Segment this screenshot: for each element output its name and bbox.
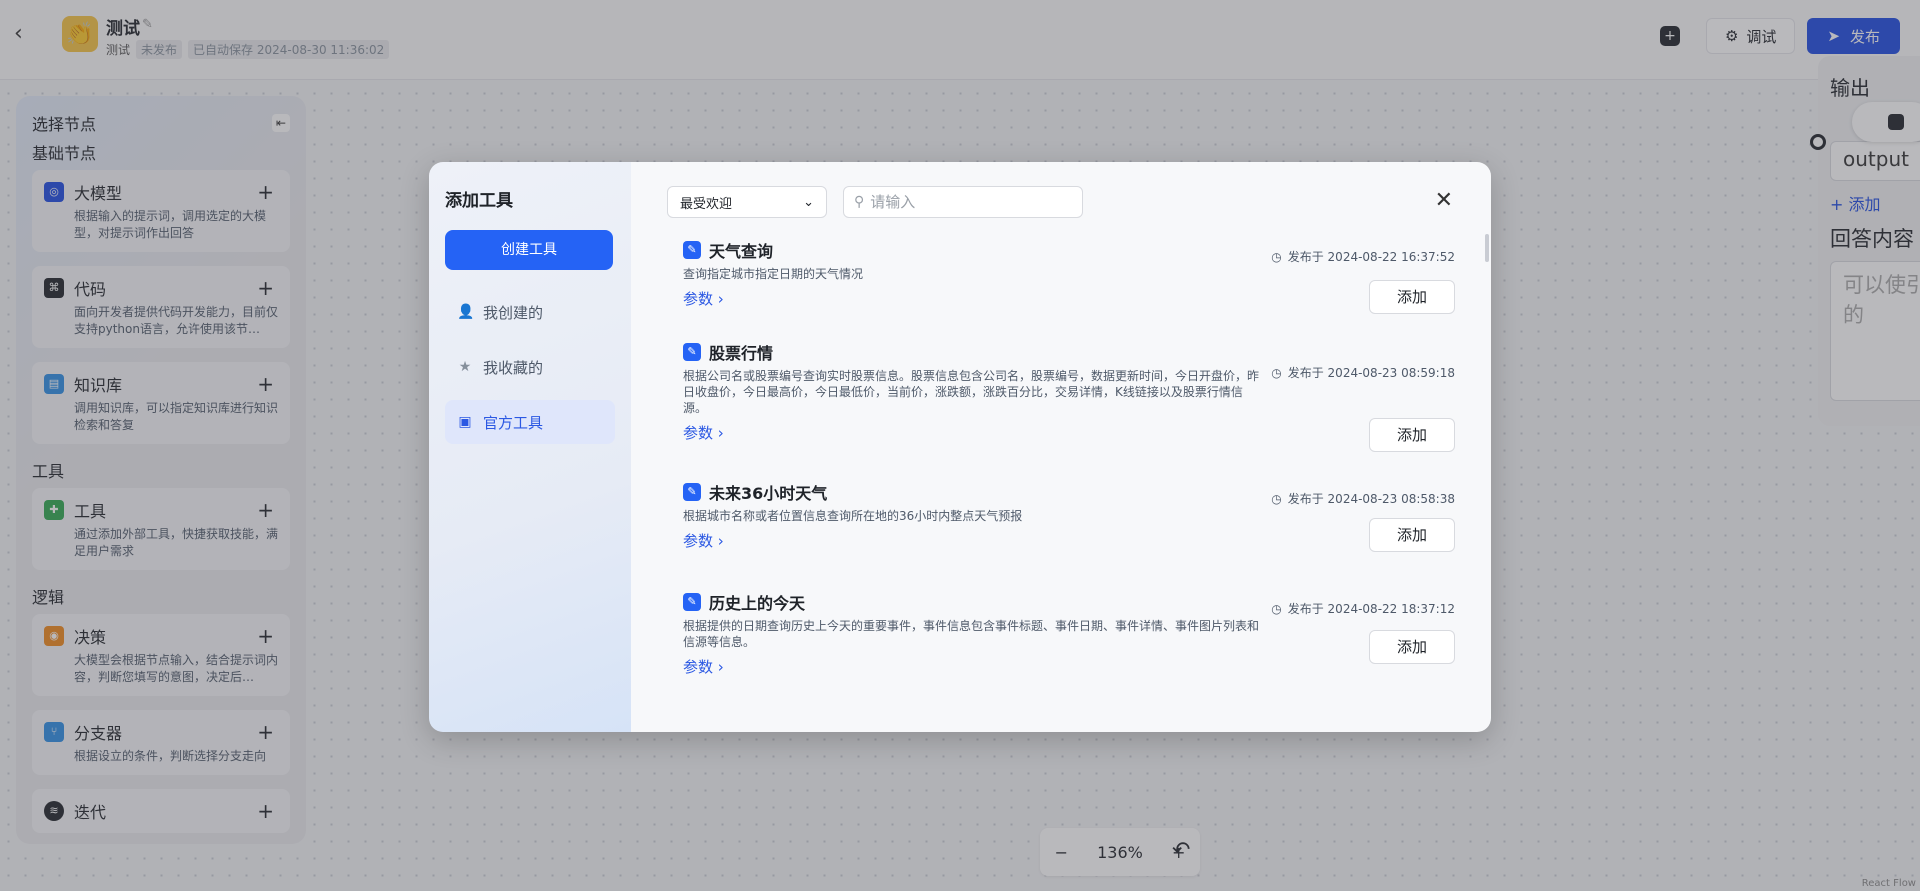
- time-text: 发布于 2024-08-23 08:59:18: [1287, 366, 1455, 380]
- close-icon[interactable]: ✕: [1435, 188, 1453, 213]
- add-tool-button[interactable]: 添加: [1369, 518, 1455, 552]
- tool-desc: 根据提供的日期查询历史上今天的重要事件，事件信息包含事件标题、事件日期、事件详情…: [683, 619, 1260, 649]
- tool-name: 股票行情: [709, 344, 774, 363]
- briefcase-icon: ▣: [458, 414, 472, 430]
- tool-desc: 根据城市名称或者位置信息查询所在地的36小时内整点天气预报: [683, 509, 1023, 523]
- search-box[interactable]: ⚲: [843, 186, 1083, 218]
- tool-category-nav: 👤 我创建的 ★ 我收藏的 ▣ 官方工具: [445, 290, 615, 444]
- time-text: 发布于 2024-08-22 16:37:52: [1287, 250, 1455, 264]
- clock-icon: ◷: [1271, 365, 1282, 380]
- nav-label: 官方工具: [483, 413, 544, 432]
- add-tool-button[interactable]: 添加: [1369, 280, 1455, 314]
- tool-params-link[interactable]: 参数 ›: [683, 656, 724, 677]
- modal-sidebar: 添加工具 创建工具 👤 我创建的 ★ 我收藏的 ▣ 官方工具: [429, 162, 631, 732]
- tool-params-link[interactable]: 参数 ›: [683, 422, 724, 443]
- nav-official-tools[interactable]: ▣ 官方工具: [445, 400, 615, 444]
- clock-icon: ◷: [1271, 601, 1282, 616]
- sort-select[interactable]: 最受欢迎 ⌄: [667, 186, 827, 218]
- tool-item: ✎ 未来36小时天气 根据城市名称或者位置信息查询所在地的36小时内整点天气预报 …: [667, 468, 1461, 578]
- tool-item: ✎ 天气查询 查询指定城市指定日期的天气情况 参数 › ◷ 发布于 2024-08-…: [667, 226, 1461, 328]
- wrench-icon: ✎: [683, 241, 701, 259]
- time-text: 发布于 2024-08-22 18:37:12: [1287, 602, 1455, 616]
- add-tool-button[interactable]: 添加: [1369, 630, 1455, 664]
- chevron-down-icon: ⌄: [803, 194, 814, 210]
- tool-desc: 根据公司名或股票编号查询实时股票信息。股票信息包含公司名，股票编号，数据更新时间…: [683, 369, 1260, 415]
- search-icon: ⚲: [854, 194, 865, 210]
- clock-icon: ◷: [1271, 249, 1282, 264]
- params-label: 参数: [683, 532, 714, 550]
- scrollbar-thumb[interactable]: [1485, 234, 1489, 262]
- tool-item: ✎ 历史上的今天 根据提供的日期查询历史上今天的重要事件，事件信息包含事件标题、事…: [667, 578, 1461, 688]
- tool-item: ✎ 股票行情 根据公司名或股票编号查询实时股票信息。股票信息包含公司名，股票编号，…: [667, 328, 1461, 468]
- nav-my-created[interactable]: 👤 我创建的: [445, 290, 615, 334]
- params-label: 参数: [683, 658, 714, 676]
- tool-params-link[interactable]: 参数 ›: [683, 288, 724, 309]
- modal-title: 添加工具: [445, 191, 513, 211]
- modal-content: 最受欢迎 ⌄ ⚲ ✕ ✎ 天气查询 查询指定城市指定日期的天气情况 参数 › ◷ 发…: [631, 162, 1491, 732]
- add-tool-modal: 添加工具 创建工具 👤 我创建的 ★ 我收藏的 ▣ 官方工具 最受欢迎 ⌄ ⚲ …: [429, 162, 1491, 732]
- tool-name: 未来36小时天气: [709, 484, 828, 503]
- tool-name: 历史上的今天: [709, 594, 806, 613]
- create-tool-button[interactable]: 创建工具: [445, 230, 613, 270]
- search-input[interactable]: [870, 193, 1071, 211]
- nav-my-favorites[interactable]: ★ 我收藏的: [445, 345, 615, 389]
- tool-desc: 查询指定城市指定日期的天气情况: [683, 267, 864, 281]
- tool-publish-time: ◷ 发布于 2024-08-22 16:37:52: [1271, 248, 1455, 265]
- tool-publish-time: ◷ 发布于 2024-08-22 18:37:12: [1271, 600, 1455, 617]
- wrench-icon: ✎: [683, 343, 701, 361]
- tool-name: 天气查询: [709, 242, 774, 261]
- tool-publish-time: ◷ 发布于 2024-08-23 08:59:18: [1271, 364, 1455, 381]
- params-label: 参数: [683, 424, 714, 442]
- wrench-icon: ✎: [683, 483, 701, 501]
- add-tool-button[interactable]: 添加: [1369, 418, 1455, 452]
- nav-label: 我收藏的: [483, 358, 544, 377]
- modal-toolbar: 最受欢迎 ⌄ ⚲: [667, 186, 1461, 218]
- star-icon: ★: [458, 359, 472, 375]
- nav-label: 我创建的: [483, 303, 544, 322]
- tool-list: ✎ 天气查询 查询指定城市指定日期的天气情况 参数 › ◷ 发布于 2024-08-…: [667, 226, 1461, 688]
- person-icon: 👤: [457, 304, 475, 320]
- sort-value: 最受欢迎: [680, 196, 733, 212]
- wrench-icon: ✎: [683, 593, 701, 611]
- params-label: 参数: [683, 290, 714, 308]
- tool-publish-time: ◷ 发布于 2024-08-23 08:58:38: [1271, 490, 1455, 507]
- time-text: 发布于 2024-08-23 08:58:38: [1287, 492, 1455, 506]
- tool-params-link[interactable]: 参数 ›: [683, 530, 724, 551]
- clock-icon: ◷: [1271, 491, 1282, 506]
